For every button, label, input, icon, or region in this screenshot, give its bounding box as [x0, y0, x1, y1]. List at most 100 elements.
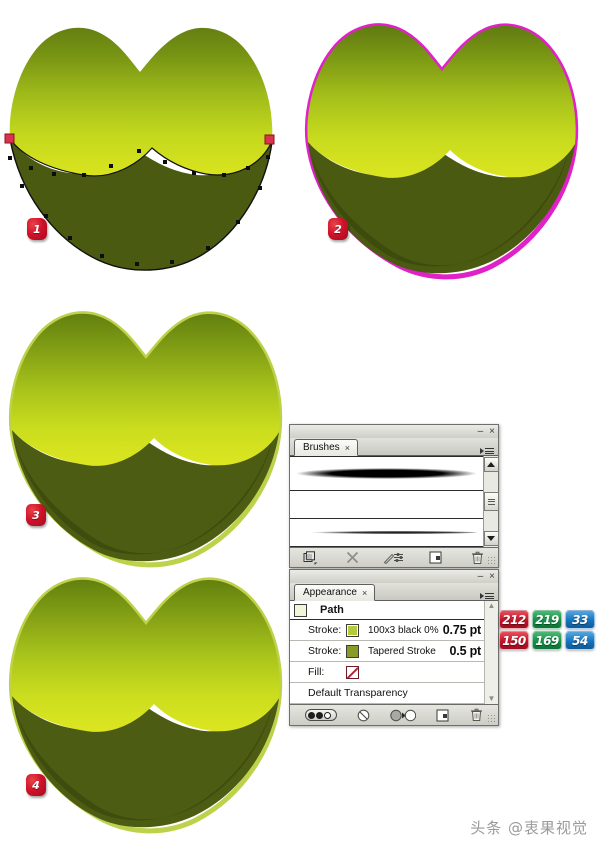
menu-triangle-icon	[480, 593, 484, 599]
stroke-color-swatch[interactable]	[346, 644, 359, 658]
half-circle-arrow-glyph	[390, 709, 416, 721]
step-badge-1: 1	[27, 218, 47, 240]
stroke-color-swatch[interactable]	[346, 623, 359, 637]
close-icon[interactable]: ×	[489, 426, 495, 437]
step-badge-3: 3	[26, 504, 46, 526]
brushes-panel[interactable]: – × Brushes ×	[289, 424, 499, 568]
rgb-chip-g2: 169	[532, 631, 562, 650]
upper-lip-body	[9, 27, 273, 176]
appearance-panel-body: Path Stroke: 100x3 black 0% 0.75 pt Stro…	[290, 601, 498, 704]
fill-none-swatch[interactable]	[346, 665, 359, 679]
transparency-label: Default Transparency	[308, 687, 408, 699]
close-icon[interactable]: ×	[489, 571, 495, 582]
appearance-panel-titlebar[interactable]: – ×	[290, 570, 498, 583]
step-badge-2: 2	[328, 218, 348, 240]
menu-triangle-icon	[480, 448, 484, 454]
appearance-row-transparency[interactable]: Default Transparency	[290, 683, 485, 704]
scroll-down-icon[interactable]	[483, 531, 499, 546]
panel-menu-icon[interactable]	[480, 448, 494, 454]
row-label: Stroke:	[308, 624, 342, 636]
appearance-scrollbar[interactable]: ▲ ▼	[484, 601, 498, 704]
brush-preview-thick	[296, 468, 477, 479]
appearance-list[interactable]: Path Stroke: 100x3 black 0% 0.75 pt Stro…	[290, 601, 485, 704]
tab-brushes[interactable]: Brushes ×	[294, 439, 358, 456]
rgb-chip-b2: 54	[565, 631, 595, 650]
new-item-glyph	[429, 551, 442, 564]
new-art-maintains-appearance-icon[interactable]	[305, 709, 337, 721]
menu-lines-icon	[485, 593, 494, 599]
stroke-weight[interactable]: 0.75 pt	[443, 623, 485, 637]
stroke-brush-name: 100x3 black 0%	[368, 624, 439, 636]
list-item[interactable]	[290, 519, 483, 547]
brush-libraries-menu-icon[interactable]	[290, 548, 332, 567]
delete-item-icon[interactable]	[470, 706, 483, 725]
brushes-panel-footer	[290, 547, 498, 567]
brush-list[interactable]	[290, 456, 483, 547]
appearance-tab-row[interactable]: Appearance ×	[290, 583, 498, 601]
tab-close-icon[interactable]: ×	[345, 443, 350, 453]
resize-grip-icon[interactable]	[487, 556, 496, 565]
brushes-panel-body	[290, 456, 499, 547]
brush-options-icon[interactable]	[373, 548, 415, 567]
step-badge-4: 4	[26, 774, 46, 796]
tab-appearance-label: Appearance	[303, 587, 357, 598]
appearance-row-fill[interactable]: Fill:	[290, 662, 485, 683]
lips-vector-step-4	[8, 577, 283, 834]
clear-appearance-icon[interactable]	[357, 706, 370, 725]
stroke-color-rgb-values: 212 219 33 150 169 54	[499, 610, 595, 650]
x-glyph	[346, 551, 359, 564]
appearance-target-row[interactable]: Path	[290, 601, 485, 620]
scroll-up-icon[interactable]	[483, 457, 499, 472]
list-item[interactable]	[290, 456, 483, 491]
reduce-to-basic-appearance-icon[interactable]	[390, 706, 416, 725]
new-brush-icon[interactable]	[415, 548, 457, 567]
brushes-window-buttons[interactable]: – ×	[478, 425, 495, 438]
tab-brushes-label: Brushes	[303, 442, 340, 453]
duplicate-item-icon[interactable]	[436, 706, 450, 725]
scrollbar-thumb[interactable]	[483, 492, 499, 511]
appearance-panel[interactable]: – × Appearance × Path Stroke: 100x3 blac…	[289, 569, 499, 726]
appearance-window-buttons[interactable]: – ×	[478, 570, 495, 583]
brushes-tab-row[interactable]: Brushes ×	[290, 438, 498, 456]
target-swatch[interactable]	[294, 603, 307, 617]
minimize-icon[interactable]: –	[478, 571, 484, 582]
upper-lip-body	[11, 579, 280, 732]
target-label: Path	[320, 604, 344, 616]
appearance-panel-footer	[290, 704, 498, 725]
row-label: Stroke:	[308, 645, 342, 657]
minimize-icon[interactable]: –	[478, 426, 484, 437]
tab-close-icon[interactable]: ×	[362, 588, 367, 598]
illustration-canvas: 1 2 3 4 – × Brushes × – × Appearance × P…	[0, 0, 600, 850]
scroll-down-icon[interactable]: ▼	[488, 694, 496, 704]
stroke-brush-name: Tapered Stroke	[368, 645, 436, 657]
artwork-step-3	[0, 300, 292, 570]
no-symbol-glyph	[357, 709, 370, 721]
libraries-glyph	[303, 550, 318, 565]
appearance-row-stroke-1[interactable]: Stroke: 100x3 black 0% 0.75 pt	[290, 620, 485, 641]
artwork-step-4	[0, 572, 292, 834]
rgb-chip-r2: 150	[499, 631, 529, 650]
lips-vector-step-3	[8, 311, 283, 568]
row-label: Fill:	[308, 666, 325, 678]
appearance-row-stroke-2[interactable]: Stroke: Tapered Stroke 0.5 pt	[290, 641, 485, 662]
panel-menu-icon[interactable]	[480, 593, 494, 599]
rgb-chip-r1: 212	[499, 610, 529, 629]
artwork-step-2	[300, 14, 590, 284]
watermark-text: 头条 @衷果视觉	[470, 819, 588, 837]
rgb-chip-b1: 33	[565, 610, 595, 629]
upper-lip-body	[11, 313, 280, 466]
list-item[interactable]	[290, 491, 483, 519]
scroll-up-icon[interactable]: ▲	[488, 601, 496, 611]
brushes-panel-titlebar[interactable]: – ×	[290, 425, 498, 438]
brush-preview-thin	[296, 531, 477, 534]
tab-appearance[interactable]: Appearance ×	[294, 584, 376, 601]
brushes-scrollbar[interactable]	[483, 456, 499, 547]
rgb-chip-g1: 219	[532, 610, 562, 629]
lips-vector-step-2	[304, 23, 579, 280]
resize-grip-icon[interactable]	[487, 714, 496, 723]
trash-glyph	[471, 551, 483, 564]
stroke-weight[interactable]: 0.5 pt	[450, 644, 485, 658]
pencil-sliders-glyph	[383, 553, 403, 564]
trash-glyph	[471, 708, 482, 721]
remove-brush-stroke-icon[interactable]	[332, 548, 374, 567]
